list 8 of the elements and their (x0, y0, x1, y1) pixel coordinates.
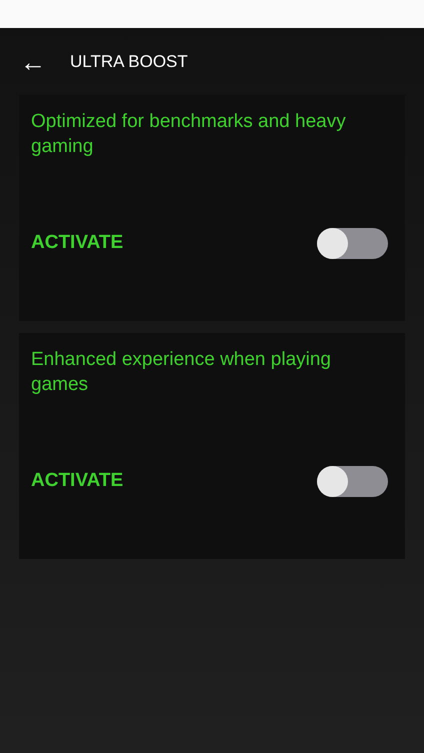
back-icon[interactable]: ← (20, 48, 44, 74)
activate-toggle[interactable] (317, 228, 388, 259)
mode-description: Enhanced experience when playing games (31, 348, 332, 397)
activate-label: ACTIVATE (31, 231, 124, 256)
mode-description: Optimized for benchmarks and heavy gaming (31, 110, 347, 159)
activate-toggle[interactable] (317, 466, 388, 497)
page-title: ULTRA BOOST (70, 50, 188, 73)
activate-label: ACTIVATE (31, 469, 124, 494)
